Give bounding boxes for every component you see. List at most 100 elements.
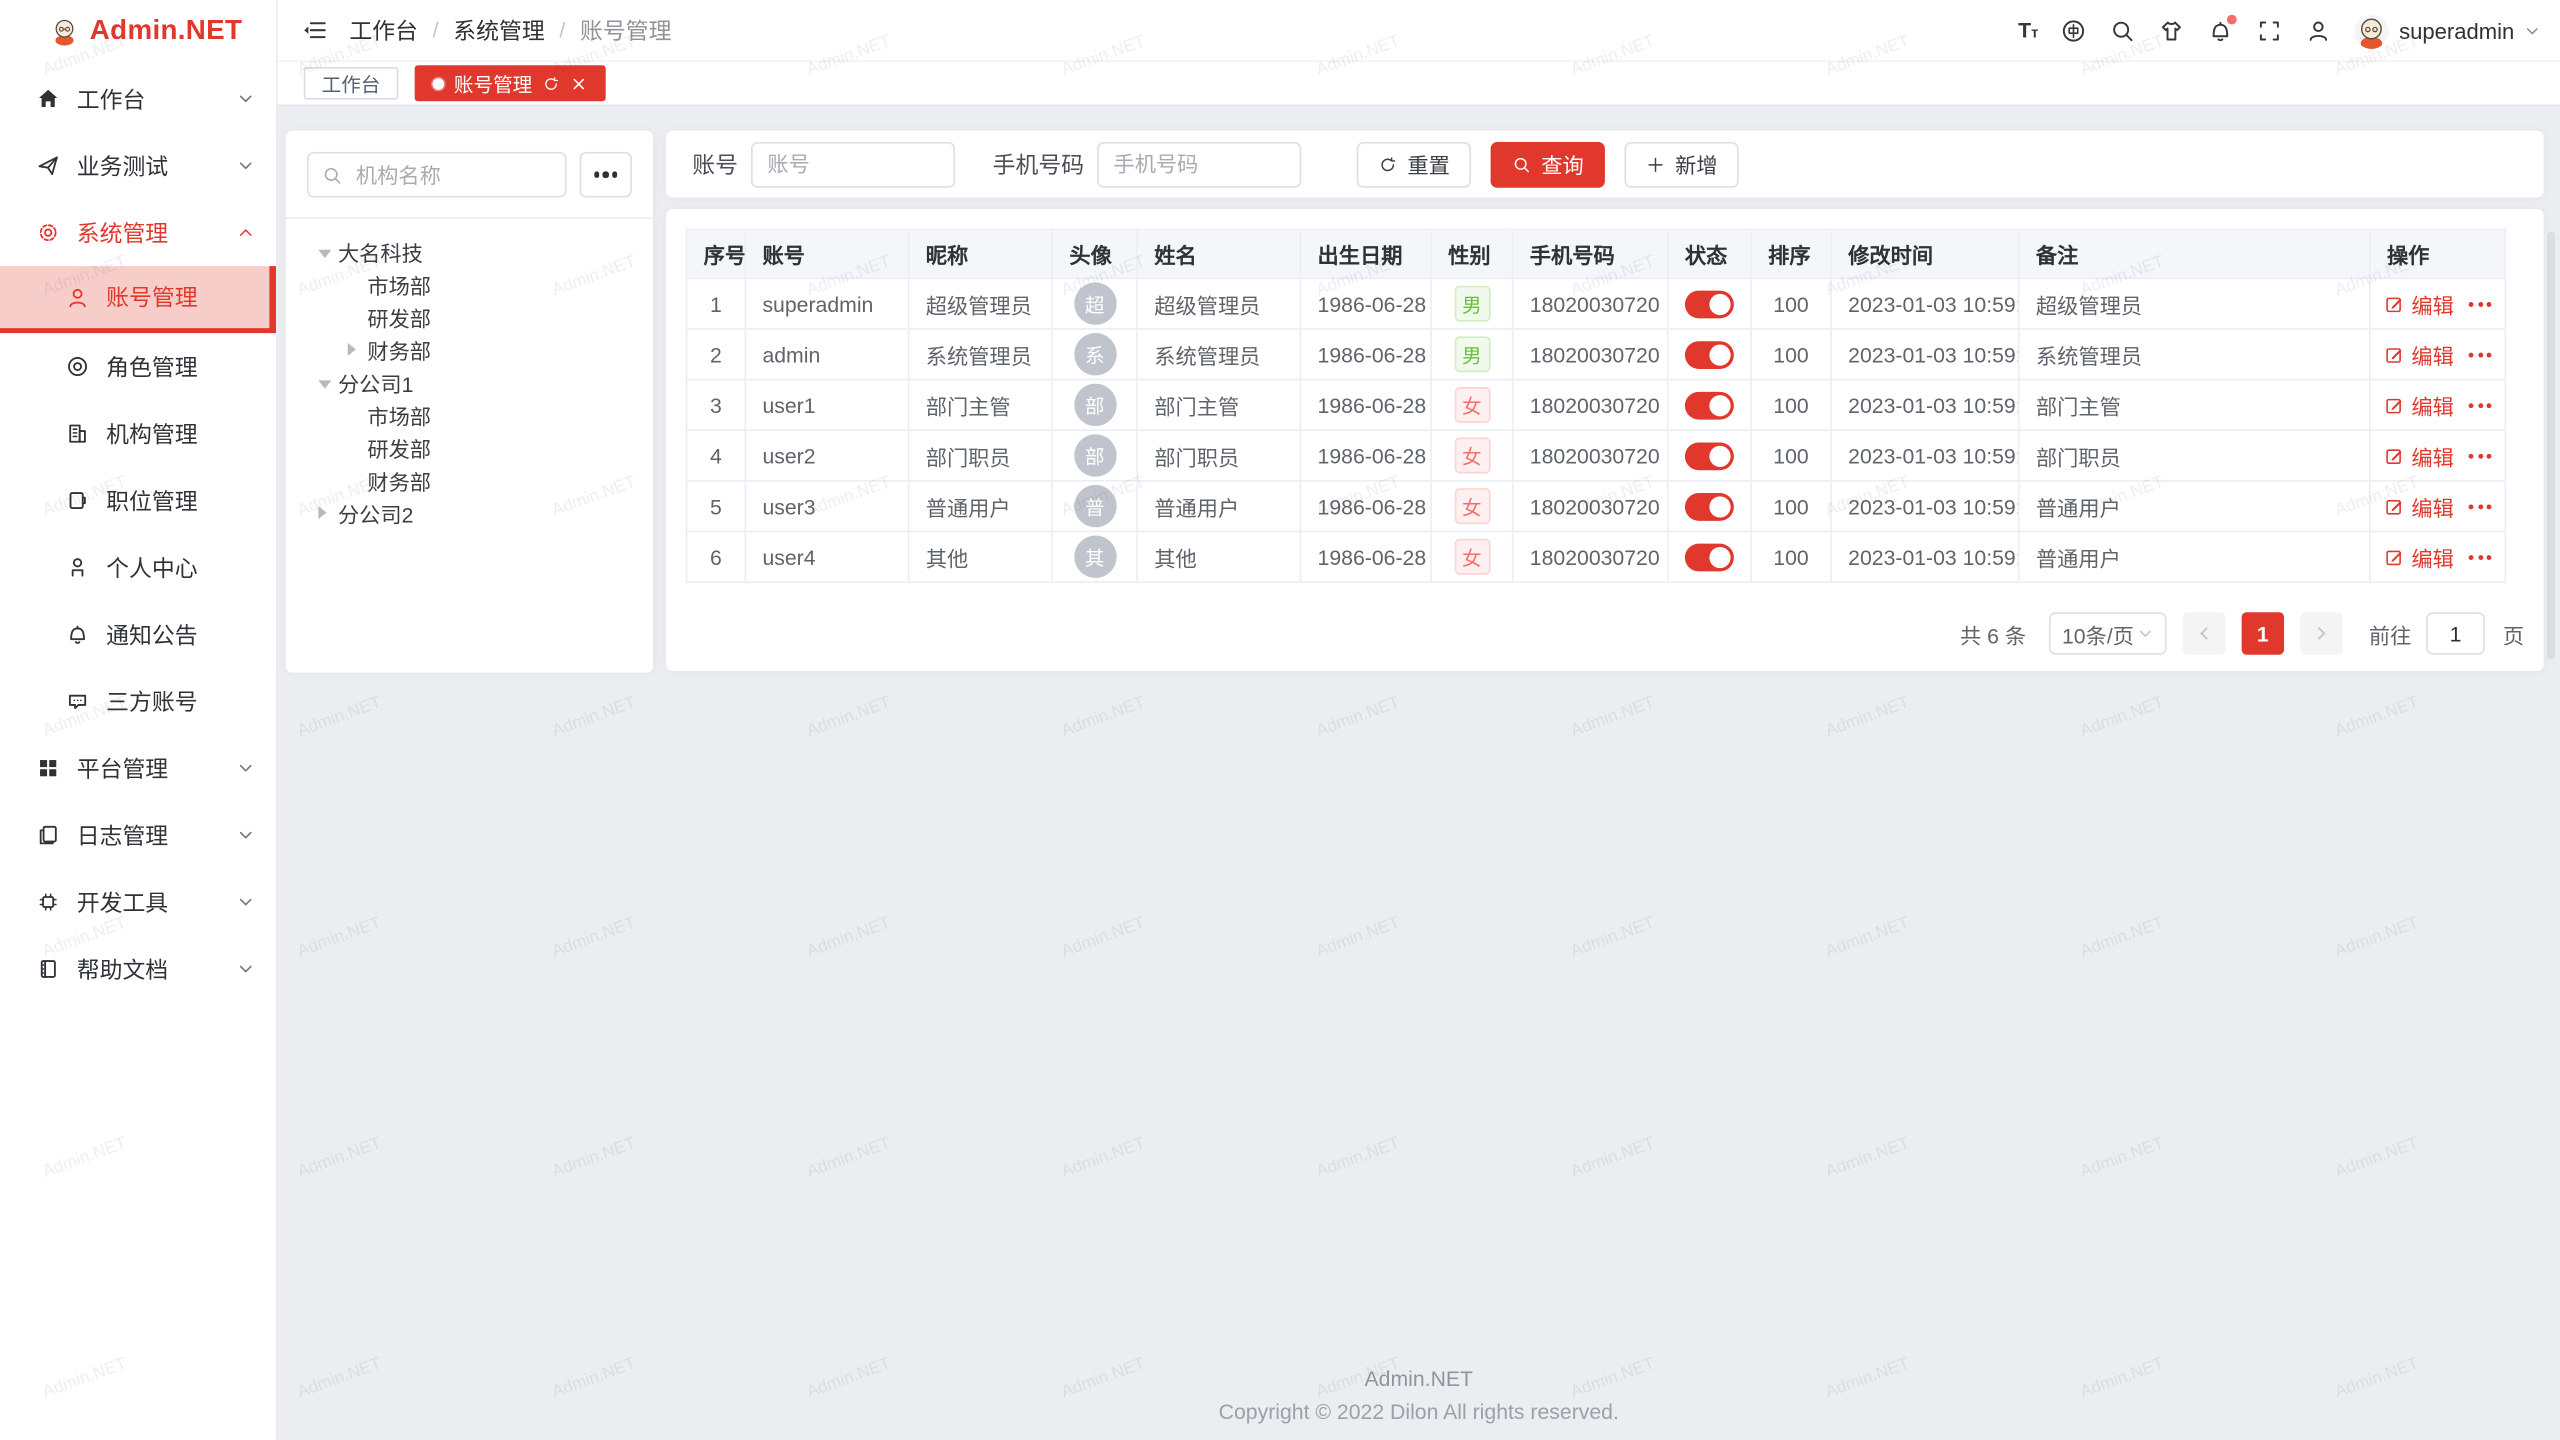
tab-workbench[interactable]: 工作台 [304, 67, 399, 100]
search-icon [1512, 154, 1532, 174]
org-tree-node[interactable]: 分公司1 [307, 366, 632, 399]
sidebar-item-notice[interactable]: 通知公告 [0, 601, 276, 668]
sidebar-item-label: 业务测试 [77, 149, 168, 182]
filter-panel: 账号 手机号码 重置 查询 新增 [666, 131, 2544, 198]
chevron-right-icon [2313, 625, 2329, 641]
status-toggle[interactable] [1685, 492, 1734, 520]
status-toggle[interactable] [1685, 340, 1734, 368]
cell-nickname: 部门主管 [909, 380, 1053, 431]
more-actions-button[interactable] [2469, 554, 2492, 559]
org-tree-node[interactable]: 研发部 [307, 431, 632, 464]
search-icon[interactable] [2110, 18, 2136, 44]
more-actions-button[interactable] [2469, 352, 2492, 357]
sidebar-item-account-mgmt[interactable]: 账号管理 [0, 266, 276, 333]
fullscreen-icon[interactable] [2257, 18, 2283, 44]
phone-label: 手机号码 [993, 148, 1084, 181]
org-tree-node[interactable]: 大名科技 [307, 235, 632, 268]
caret-expanded-icon[interactable] [318, 376, 338, 387]
status-toggle[interactable] [1685, 442, 1734, 470]
org-tree-node-label: 研发部 [367, 432, 431, 463]
status-toggle[interactable] [1685, 290, 1734, 318]
cell-name: 其他 [1137, 531, 1300, 582]
theme-icon[interactable] [2159, 18, 2185, 44]
org-tree-node[interactable]: 财务部 [307, 333, 632, 366]
tab-account-mgmt[interactable]: 账号管理 [415, 65, 606, 101]
sidebar-item-third-account[interactable]: 三方账号 [0, 668, 276, 735]
page-footer: Admin.NET Copyright © 2022 Dilon All rig… [278, 1367, 2560, 1424]
org-tree-node[interactable]: 市场部 [307, 268, 632, 301]
caret-collapsed-icon[interactable] [348, 343, 368, 356]
language-icon[interactable] [2061, 18, 2087, 44]
edit-button[interactable]: 编辑 [2384, 288, 2454, 319]
more-actions-button[interactable] [2469, 504, 2492, 509]
caret-expanded-icon[interactable] [318, 246, 338, 257]
sidebar-item-system-mgmt[interactable]: 系统管理 [0, 199, 276, 266]
avatar: 其 [1073, 536, 1115, 578]
profile-icon [65, 555, 89, 579]
org-tree-node[interactable]: 研发部 [307, 300, 632, 333]
font-size-icon[interactable]: Tт [2018, 17, 2038, 45]
sidebar-item-business-test[interactable]: 业务测试 [0, 132, 276, 199]
account-input[interactable] [751, 141, 955, 187]
reset-button[interactable]: 重置 [1357, 141, 1471, 187]
breadcrumb-item[interactable]: 系统管理 [453, 14, 544, 47]
breadcrumb-item[interactable]: 工作台 [349, 14, 418, 47]
cell-index: 2 [687, 329, 746, 380]
sidebar-item-org-mgmt[interactable]: 机构管理 [0, 400, 276, 467]
sidebar-item-post-mgmt[interactable]: 职位管理 [0, 467, 276, 534]
edit-button[interactable]: 编辑 [2384, 491, 2454, 522]
more-actions-button[interactable] [2469, 453, 2492, 458]
chevron-down-icon [237, 90, 255, 108]
brand-logo[interactable]: Admin.NET [0, 0, 276, 62]
table-row: 1superadmin超级管理员超超级管理员1986-06-28男1802003… [687, 278, 2506, 329]
next-page-button[interactable] [2300, 612, 2342, 654]
gender-badge: 女 [1454, 387, 1490, 423]
more-actions-button[interactable] [2469, 301, 2492, 306]
cell-avatar: 部 [1052, 430, 1137, 481]
org-tree-node[interactable]: 分公司2 [307, 496, 632, 529]
add-button[interactable]: 新增 [1625, 141, 1739, 187]
sidebar-item-help-docs[interactable]: 帮助文档 [0, 936, 276, 1003]
cell-phone: 18020030720 [1513, 481, 1668, 532]
tools-icon [36, 890, 60, 914]
page-size-select[interactable]: 10条/页 [2049, 612, 2167, 654]
sidebar-item-platform-mgmt[interactable]: 平台管理 [0, 735, 276, 802]
sidebar-item-log-mgmt[interactable]: 日志管理 [0, 802, 276, 869]
notification-icon[interactable] [2208, 18, 2234, 44]
cell-modified: 2023-01-03 10:59:44 [1831, 481, 2019, 532]
menu-fold-icon[interactable] [300, 16, 328, 44]
goto-page-input[interactable] [2426, 612, 2485, 654]
org-tree-node[interactable]: 市场部 [307, 398, 632, 431]
gender-badge: 男 [1454, 336, 1490, 372]
edit-button[interactable]: 编辑 [2384, 541, 2454, 572]
sidebar-item-user-center[interactable]: 个人中心 [0, 534, 276, 601]
edit-button[interactable]: 编辑 [2384, 339, 2454, 370]
org-tree-node[interactable]: 财务部 [307, 464, 632, 497]
sidebar-item-workbench[interactable]: 工作台 [0, 65, 276, 132]
org-search-input[interactable] [353, 161, 552, 189]
notification-badge [2228, 15, 2238, 25]
tree-more-button[interactable] [580, 152, 632, 198]
edit-button[interactable]: 编辑 [2384, 389, 2454, 420]
sidebar-item-dev-tools[interactable]: 开发工具 [0, 869, 276, 936]
prev-page-button[interactable] [2183, 612, 2225, 654]
page-number[interactable]: 1 [2242, 612, 2284, 654]
chevron-down-icon [2137, 625, 2153, 641]
status-toggle[interactable] [1685, 543, 1734, 571]
avatar: 部 [1073, 434, 1115, 476]
cell-birthday: 1986-06-28 [1300, 329, 1431, 380]
phone-input[interactable] [1097, 141, 1301, 187]
user-menu[interactable]: superadmin [2355, 14, 2540, 48]
sidebar-item-role-mgmt[interactable]: 角色管理 [0, 333, 276, 400]
avatar: 系 [1073, 333, 1115, 375]
more-actions-button[interactable] [2469, 402, 2492, 407]
status-toggle[interactable] [1685, 391, 1734, 419]
user-table-panel: 序号账号昵称头像姓名出生日期性别手机号码状态排序修改时间备注操作 1supera… [666, 209, 2544, 671]
total-count: 共 6 条 [1960, 618, 2026, 649]
scrollbar-thumb[interactable] [2547, 232, 2555, 660]
profile-icon[interactable] [2306, 18, 2332, 44]
caret-collapsed-icon[interactable] [318, 506, 338, 519]
edit-button[interactable]: 编辑 [2384, 440, 2454, 471]
cell-ops: 编辑 [2370, 531, 2506, 582]
query-button[interactable]: 查询 [1491, 141, 1605, 187]
